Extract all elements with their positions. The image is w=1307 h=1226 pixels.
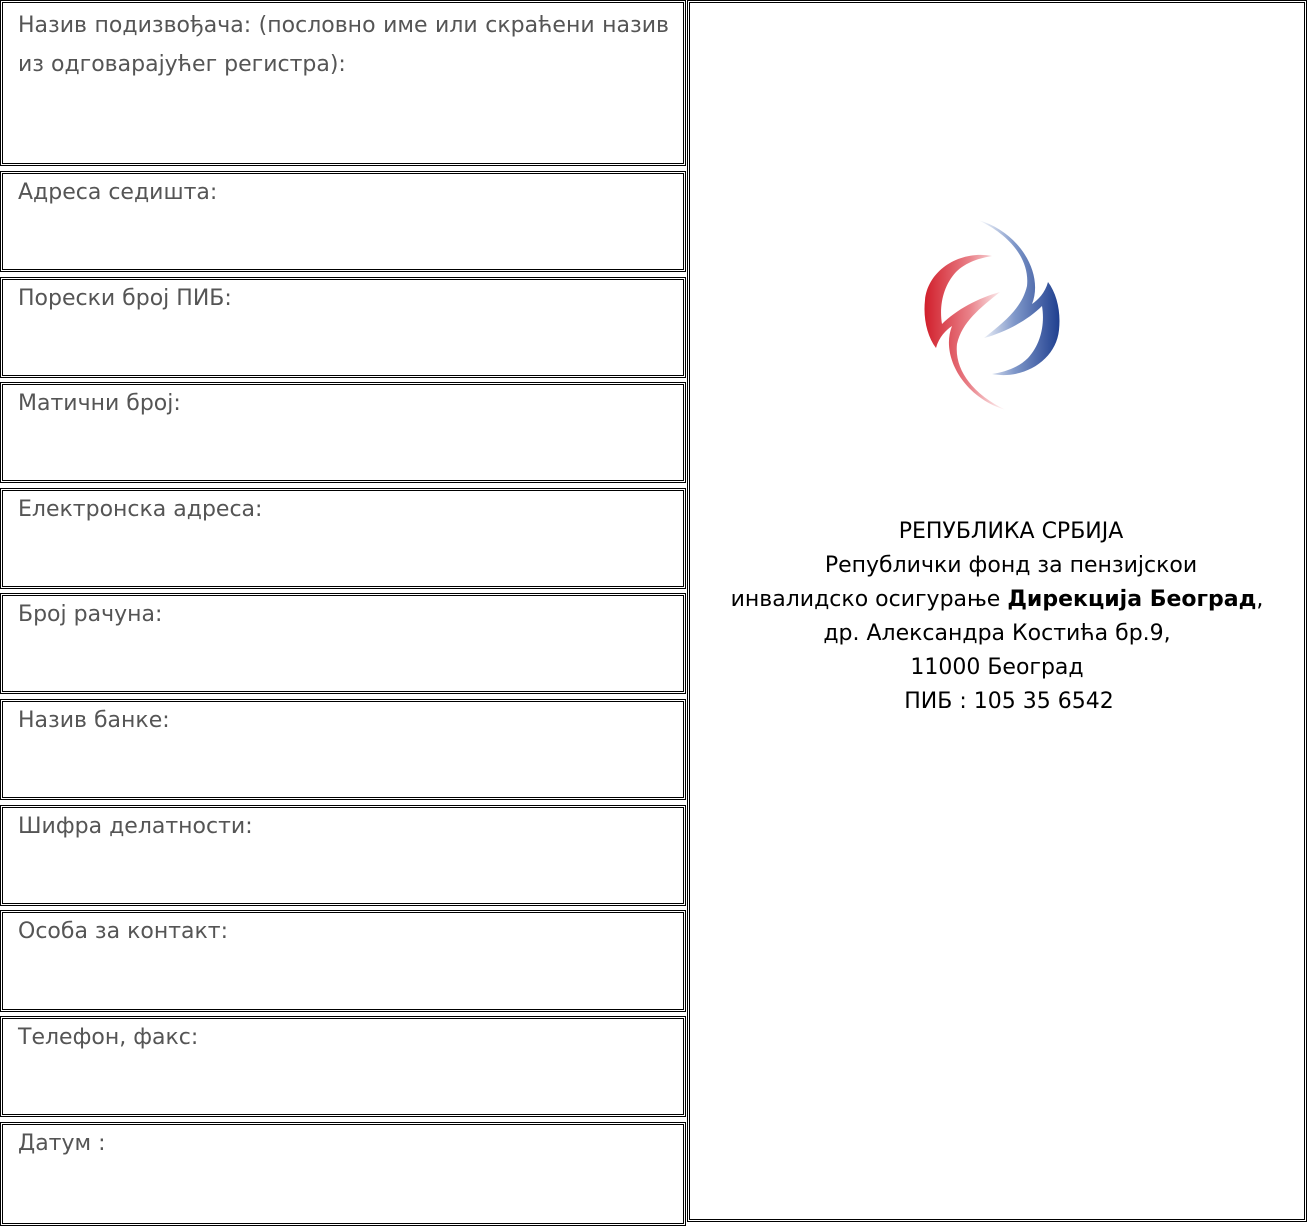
field-subcontractor-name[interactable]: Назив подизвођача: (пословно име или скр… — [0, 0, 686, 166]
field-date[interactable]: Датум : — [0, 1122, 686, 1226]
organization-address: РЕПУБЛИКА СРБИЈА Републички фонд за пенз… — [690, 515, 1304, 719]
field-label: Назив банке: — [18, 708, 170, 733]
field-account-number[interactable]: Број рачуна: — [0, 593, 686, 694]
field-label: Адреса седишта: — [18, 180, 218, 205]
insurance-suffix: , — [1256, 587, 1264, 612]
field-label: Датум : — [18, 1131, 106, 1156]
field-label: Шифра делатности: — [18, 814, 253, 839]
insurance-prefix: инвалидско осигурање — [730, 587, 1008, 612]
field-bank-name[interactable]: Назив банке: — [0, 699, 686, 800]
country-name: РЕПУБЛИКА СРБИЈА — [898, 519, 1124, 544]
postal-city: 11000 Београд — [910, 655, 1084, 680]
field-email-address[interactable]: Електронска адреса: — [0, 488, 686, 589]
field-seat-address[interactable]: Адреса седишта: — [0, 171, 686, 272]
pension-fund-logo-icon — [924, 220, 1060, 410]
field-registration-number[interactable]: Матични број: — [0, 382, 686, 483]
field-phone-fax[interactable]: Телефон, факс: — [0, 1016, 686, 1117]
organization-panel: РЕПУБЛИКА СРБИЈА Републички фонд за пенз… — [687, 0, 1307, 1222]
field-contact-person[interactable]: Особа за контакт: — [0, 910, 686, 1012]
field-label: Назив подизвођача: (пословно име или скр… — [18, 13, 669, 77]
org-pib: ПИБ : 105 35 6542 — [904, 689, 1114, 714]
field-tax-number[interactable]: Порески број ПИБ: — [0, 277, 686, 378]
field-label: Број рачуна: — [18, 602, 163, 627]
supplier-form: Назив подизвођача: (пословно име или скр… — [0, 0, 686, 1226]
field-label: Телефон, факс: — [18, 1025, 199, 1050]
field-label: Електронска адреса: — [18, 497, 263, 522]
street-address: др. Александра Костића бр.9, — [823, 621, 1171, 646]
field-activity-code[interactable]: Шифра делатности: — [0, 805, 686, 906]
field-label: Матични број: — [18, 391, 181, 416]
directorate-name: Дирекција Београд — [1007, 587, 1257, 612]
fund-name: Републички фонд за пензијскои — [824, 553, 1198, 578]
field-label: Порески број ПИБ: — [18, 286, 232, 311]
insurance-line: инвалидско осигурање Дирекција Београд, — [690, 583, 1304, 617]
field-label: Особа за контакт: — [18, 919, 229, 944]
